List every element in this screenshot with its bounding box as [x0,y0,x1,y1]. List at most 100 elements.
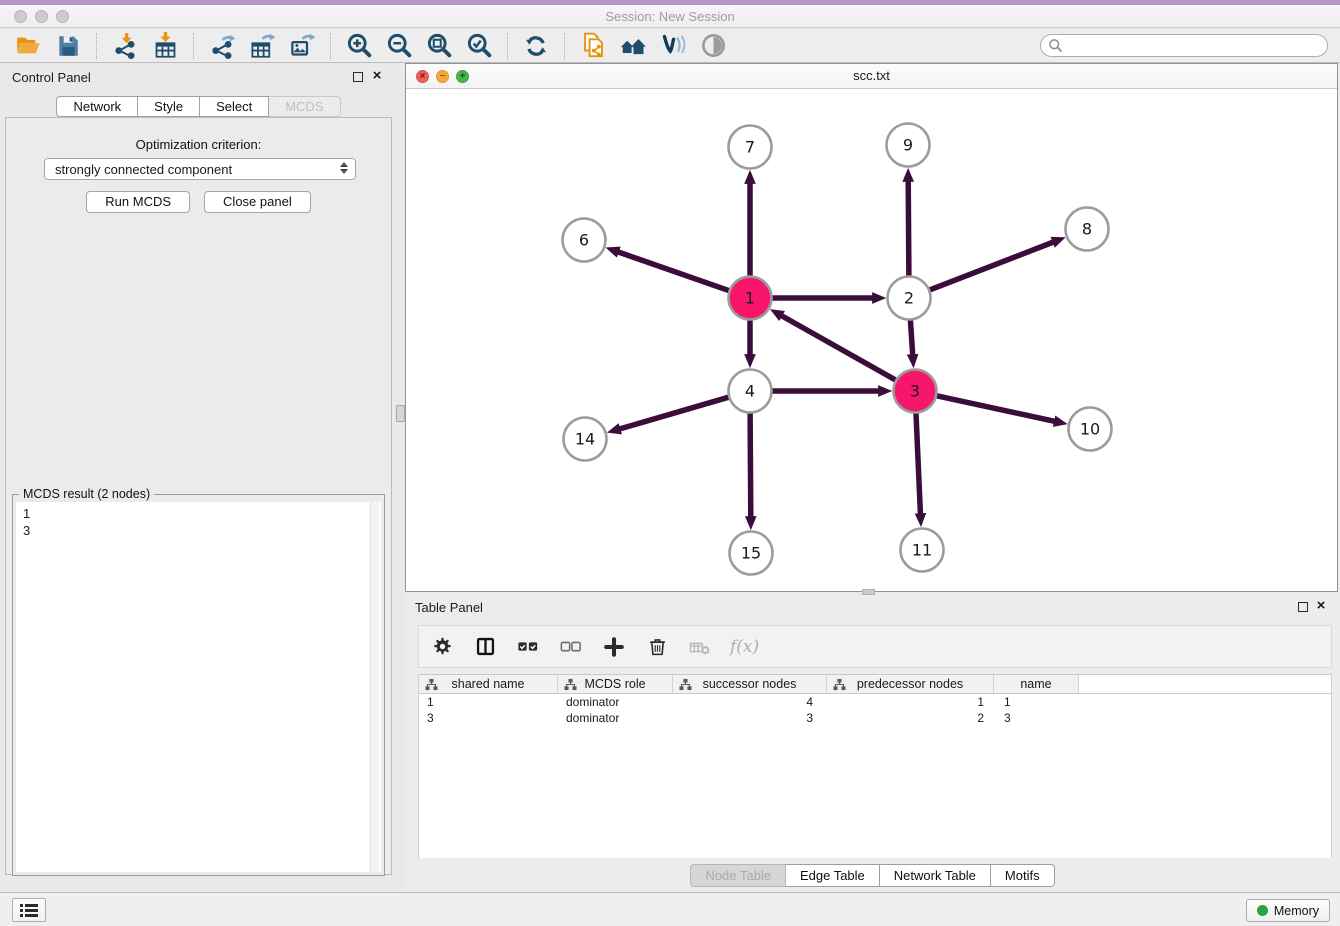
graph-node-7[interactable]: 7 [729,126,772,169]
mcds-result-textarea[interactable]: 1 3 [16,502,381,872]
refresh-button[interactable] [518,31,554,61]
cell-shared-name[interactable]: 3 [419,710,558,726]
graph-node-10[interactable]: 10 [1069,408,1112,451]
graph-node-1[interactable]: 1 [729,277,772,320]
toolbar-separator [330,33,331,59]
graph-edge-3-1[interactable] [780,315,897,381]
graph-edge-4-15[interactable] [750,412,751,519]
cell-name[interactable]: 1 [994,694,1079,710]
mcds-buttons-row: Run MCDS Close panel [0,191,397,213]
tab-network[interactable]: Network [56,96,138,117]
close-panel-icon[interactable] [370,68,384,84]
first-neighbors-button[interactable] [615,31,651,61]
create-column-button[interactable] [601,634,627,660]
tab-style[interactable]: Style [138,96,200,117]
column-header-successor-nodes[interactable]: successor nodes [673,675,827,693]
graph-edge-2-9[interactable] [908,180,909,278]
graph-edge-1-6[interactable] [617,251,731,291]
graph-node-label: 6 [579,231,589,250]
cell-mcds-role[interactable]: dominator [558,710,673,726]
close-panel-button[interactable]: Close panel [204,191,311,213]
optimization-criterion-select[interactable]: strongly connected component [44,158,356,180]
zoom-fit-button[interactable] [421,31,457,61]
import-network-button[interactable] [107,31,143,61]
zoom-selected-button[interactable] [461,31,497,61]
table-row[interactable]: 1 dominator 4 1 1 [419,694,1331,710]
search-input[interactable] [1040,34,1328,57]
import-network-icon [112,32,139,59]
apply-style-button[interactable] [655,31,691,61]
network-view-window[interactable]: scc.txt 7 9 6 8 1 2 4 3 14 10 15 11 [405,63,1338,592]
column-header-predecessor-nodes[interactable]: predecessor nodes [827,675,994,693]
titlebar[interactable]: Session: New Session [0,5,1340,28]
graph-node-15[interactable]: 15 [730,532,773,575]
graph-edge-2-3[interactable] [910,319,913,357]
cell-successor-nodes[interactable]: 3 [673,710,827,726]
select-all-columns-button[interactable] [515,634,541,660]
copy-network-document-icon [580,32,607,59]
tab-select[interactable]: Select [200,96,269,117]
network-canvas[interactable]: 7 9 6 8 1 2 4 3 14 10 15 11 [406,89,1337,591]
graph-node-6[interactable]: 6 [563,219,606,262]
delete-table-icon [689,636,711,658]
deselect-all-columns-button[interactable] [558,634,584,660]
graph-edge-2-8[interactable] [928,242,1055,291]
export-network-button[interactable] [204,31,240,61]
split-columns-icon [475,636,496,657]
memory-button[interactable]: Memory [1246,899,1330,922]
panel-divider-handle[interactable] [396,405,405,422]
import-table-button[interactable] [147,31,183,61]
table-settings-button[interactable] [429,634,455,660]
tab-motifs[interactable]: Motifs [991,864,1055,887]
float-table-panel-icon[interactable] [1298,602,1308,612]
task-history-button[interactable] [12,898,46,922]
float-panel-icon[interactable] [353,72,363,82]
column-header-mcds-role[interactable]: MCDS role [558,675,673,693]
zoom-in-icon [346,32,373,59]
graph-node-11[interactable]: 11 [901,529,944,572]
graph-node-2[interactable]: 2 [888,277,931,320]
graph-node-label: 14 [575,430,595,449]
delete-table-button[interactable] [687,634,713,660]
run-mcds-button[interactable]: Run MCDS [86,191,190,213]
table-row[interactable]: 3 dominator 3 2 3 [419,710,1331,726]
cell-name[interactable]: 3 [994,710,1079,726]
import-table-icon [152,32,179,59]
control-panel-header: Control Panel [0,63,397,89]
function-builder-button[interactable]: f(x) [730,634,759,660]
close-table-panel-icon[interactable] [1314,598,1328,614]
cell-successor-nodes[interactable]: 4 [673,694,827,710]
graph-node-3[interactable]: 3 [894,370,937,413]
network-window-titlebar[interactable]: scc.txt [406,64,1337,89]
graph-node-14[interactable]: 14 [564,418,607,461]
export-image-button[interactable] [284,31,320,61]
cell-mcds-role[interactable]: dominator [558,694,673,710]
new-network-from-selection-button[interactable] [575,31,611,61]
result-scrollbar[interactable] [370,502,379,872]
cell-predecessor-nodes[interactable]: 2 [827,710,994,726]
column-header-name[interactable]: name [994,675,1079,693]
graph-node-9[interactable]: 9 [887,124,930,167]
tab-mcds[interactable]: MCDS [269,96,340,117]
export-table-button[interactable] [244,31,280,61]
graph-node-4[interactable]: 4 [729,370,772,413]
tab-network-table[interactable]: Network Table [880,864,991,887]
column-header-shared-name[interactable]: shared name [419,675,558,693]
cell-shared-name[interactable]: 1 [419,694,558,710]
save-session-button[interactable] [50,31,86,61]
cell-predecessor-nodes[interactable]: 1 [827,694,994,710]
zoom-out-button[interactable] [381,31,417,61]
graph-edge-4-14[interactable] [618,397,730,430]
show-hide-button[interactable] [695,31,731,61]
export-image-icon [289,32,316,59]
graph-node-8[interactable]: 8 [1066,208,1109,251]
tab-node-table[interactable]: Node Table [690,864,786,887]
show-column-panel-button[interactable] [472,634,498,660]
tab-edge-table[interactable]: Edge Table [786,864,880,887]
open-session-button[interactable] [10,31,46,61]
graph-edge-3-11[interactable] [916,412,921,516]
zoom-in-button[interactable] [341,31,377,61]
eye-icon [700,32,727,59]
delete-columns-button[interactable] [644,634,670,660]
graph-edge-3-10[interactable] [935,395,1056,421]
